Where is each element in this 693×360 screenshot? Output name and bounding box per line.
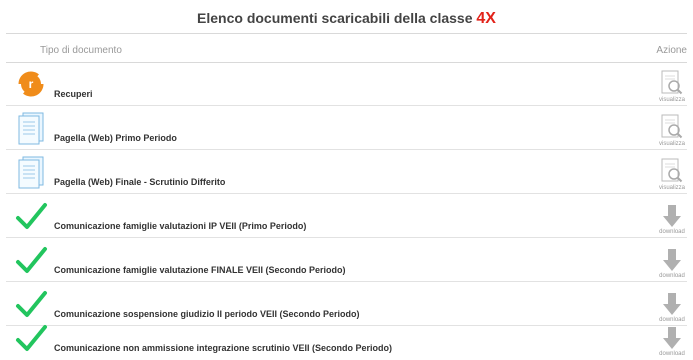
download-arrow-icon <box>663 249 681 271</box>
view-button[interactable]: visualizza <box>657 70 687 103</box>
table-row: Pagella (Web) Primo Periodo visualizza <box>6 106 687 150</box>
download-arrow-icon <box>663 293 681 315</box>
view-label: visualizza <box>658 185 685 191</box>
refresh-r-icon: r <box>14 67 48 101</box>
row-label-pagella-primo[interactable]: Pagella (Web) Primo Periodo <box>54 133 177 143</box>
view-button[interactable]: visualizza <box>657 158 687 191</box>
document-icon <box>14 111 48 145</box>
checkmark-icon <box>14 321 48 355</box>
svg-text:r: r <box>29 77 34 91</box>
view-button[interactable]: visualizza <box>657 114 687 147</box>
download-label: download <box>659 351 685 357</box>
download-button[interactable]: download <box>657 326 687 357</box>
column-header-action: Azione <box>656 45 687 56</box>
download-arrow-icon <box>663 205 681 227</box>
column-header-type: Tipo di documento <box>40 45 122 56</box>
table-row: r Recuperi visualizza <box>6 62 687 106</box>
magnifier-document-icon <box>661 114 683 139</box>
table-row: Comunicazione famiglie valutazioni IP VE… <box>6 194 687 238</box>
table-row: Pagella (Web) Finale - Scrutinio Differi… <box>6 150 687 194</box>
download-arrow-icon <box>663 327 681 349</box>
document-icon <box>14 155 48 189</box>
magnifier-document-icon <box>661 70 683 95</box>
table-row: Comunicazione famiglie valutazione FINAL… <box>6 238 687 282</box>
download-label: download <box>659 229 685 235</box>
row-label-pagella-finale[interactable]: Pagella (Web) Finale - Scrutinio Differi… <box>54 177 225 187</box>
checkmark-icon <box>14 243 48 277</box>
view-label: visualizza <box>658 141 685 147</box>
row-label-com-non-ammissione[interactable]: Comunicazione non ammissione integrazion… <box>54 343 392 353</box>
view-label: visualizza <box>658 97 685 103</box>
row-label-com-ip[interactable]: Comunicazione famiglie valutazioni IP VE… <box>54 221 306 231</box>
row-label-recuperi[interactable]: Recuperi <box>54 89 93 99</box>
page-title: Elenco documenti scaricabili della class… <box>0 10 693 28</box>
table-header: Tipo di documento Azione <box>6 33 687 63</box>
download-button[interactable]: download <box>657 204 687 235</box>
checkmark-icon <box>14 199 48 233</box>
download-label: download <box>659 273 685 279</box>
class-name: 4X <box>476 10 496 27</box>
magnifier-document-icon <box>661 158 683 183</box>
download-button[interactable]: download <box>657 248 687 279</box>
table-row: Comunicazione non ammissione integrazion… <box>6 316 687 359</box>
page-title-text: Elenco documenti scaricabili della class… <box>197 10 473 26</box>
row-label-com-finale[interactable]: Comunicazione famiglie valutazione FINAL… <box>54 265 346 275</box>
